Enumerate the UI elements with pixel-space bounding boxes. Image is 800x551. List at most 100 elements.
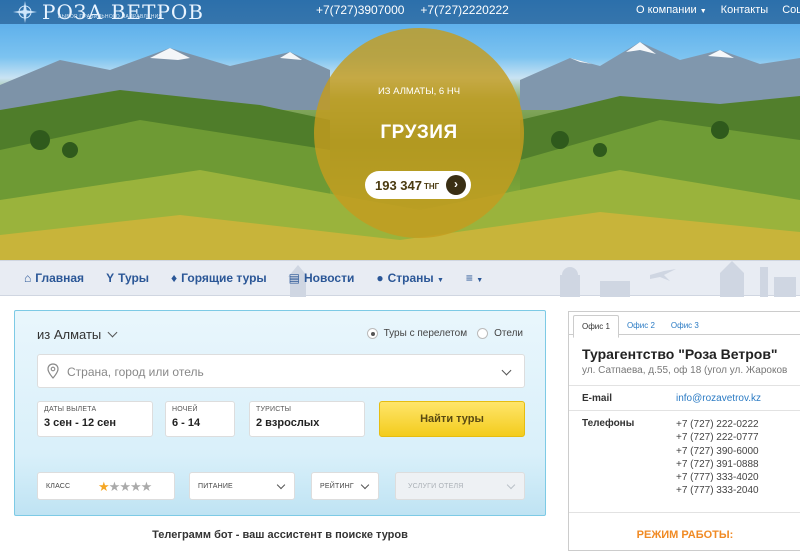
nights-value: 6 - 14: [172, 417, 201, 429]
nav-contacts[interactable]: Контакты: [721, 4, 769, 16]
header-phone-2[interactable]: +7(727)2220222: [420, 3, 508, 17]
tourists-label: ТУРИСТЫ: [256, 406, 292, 413]
office-tabs: Офис 1 Офис 2 Офис 3: [573, 315, 707, 338]
rating-filter[interactable]: РЕЙТИНГ: [311, 472, 379, 500]
radio-selected-icon: [366, 328, 378, 339]
star-rating[interactable]: ★★★★★: [98, 479, 153, 494]
tours-icon: Y: [106, 271, 115, 285]
office-contacts-panel: Офис 1 Офис 2 Офис 3 Турагентство "Роза …: [568, 311, 800, 551]
working-hours-heading: РЕЖИМ РАБОТЫ:: [636, 529, 734, 541]
office-phone[interactable]: +7 (777) 333-2040: [676, 484, 759, 497]
office-phone[interactable]: +7 (727) 222-0222: [676, 418, 759, 431]
agency-address: ул. Сатпаева, д.55, оф 18 (угол ул. Жаро…: [582, 365, 788, 376]
globe-icon: ●: [376, 271, 384, 285]
main-menu-bar: ⌂ Главная Y Туры ♦ Горящие туры ▤ Новости ● С…: [0, 260, 800, 297]
tab-office-2[interactable]: Офис 2: [619, 315, 663, 338]
logo-subtitle: ВЫБОР ПРАВИЛЬНОГО НАПРАВЛЕНИЯ: [58, 14, 163, 20]
header-phone-1[interactable]: +7(727)3907000: [316, 3, 404, 17]
tour-search-form: из Алматы Туры с перелетом Отели Страна,…: [14, 310, 546, 516]
tab-office-3[interactable]: Офис 3: [663, 315, 707, 338]
office-phone[interactable]: +7 (727) 390-6000: [676, 445, 759, 458]
hotel-class-label: КЛАСС: [46, 483, 71, 490]
nav-about-label: О компании: [636, 4, 697, 16]
divider: [569, 410, 800, 411]
radio-unselected-icon: [477, 328, 489, 339]
email-label: E-mail: [582, 393, 613, 404]
tour-price-button[interactable]: 193 347 ТНГ ›: [365, 171, 471, 199]
rating-label: РЕЙТИНГ: [320, 483, 354, 490]
departure-dates-field[interactable]: ДАТЫ ВЫЛЕТА 3 сен - 12 сен: [37, 401, 153, 437]
meal-filter[interactable]: ПИТАНИЕ: [189, 472, 295, 500]
departure-dates-label: ДАТЫ ВЫЛЕТА: [44, 406, 97, 413]
chevron-down-icon: [506, 480, 516, 490]
tour-currency: ТНГ: [424, 181, 440, 191]
home-icon: ⌂: [24, 271, 32, 285]
nav-social[interactable]: Соц: [782, 4, 800, 16]
chevron-down-icon: [276, 480, 286, 490]
star-icon[interactable]: ★: [119, 479, 131, 494]
chevron-down-icon: [107, 327, 118, 338]
menu-item-hot-tours[interactable]: ♦ Горящие туры: [171, 271, 267, 285]
tourists-value: 2 взрослых: [256, 417, 320, 429]
radio-hotels[interactable]: Отели: [477, 328, 523, 339]
email-link[interactable]: info@rozavetrov.kz: [676, 393, 761, 404]
header-phones: +7(727)3907000 +7(727)2220222: [316, 3, 509, 17]
menu-item-tours-label: Туры: [118, 271, 150, 285]
agency-name: Турагентство "Роза Ветров": [582, 346, 778, 362]
featured-tour-badge[interactable]: ИЗ АЛМАТЫ, 6 НЧ ГРУЗИЯ 193 347 ТНГ ›: [314, 28, 524, 238]
radio-tours-with-flight-label: Туры с перелетом: [383, 328, 468, 339]
tour-country: ГРУЗИЯ: [380, 122, 458, 143]
menu-item-news-label: Новости: [304, 271, 355, 285]
news-icon: ▤: [288, 271, 301, 285]
caret-down-icon: ▼: [476, 277, 484, 284]
menu-item-tours[interactable]: Y Туры: [106, 271, 149, 285]
hotel-class-filter[interactable]: КЛАСС ★★★★★: [37, 472, 175, 500]
tour-departure: ИЗ АЛМАТЫ, 6 НЧ: [377, 86, 461, 97]
star-icon[interactable]: ★: [130, 479, 142, 494]
menu-item-home-label: Главная: [35, 271, 85, 285]
office-phone[interactable]: +7 (727) 222-0777: [676, 431, 759, 444]
menu-item-countries-label: Страны: [387, 271, 434, 285]
star-icon[interactable]: ★: [98, 479, 110, 494]
departure-city-select[interactable]: из Алматы: [37, 327, 118, 342]
chevron-right-icon[interactable]: ›: [446, 175, 466, 195]
chevron-down-icon: [501, 365, 512, 376]
search-type-radios: Туры с перелетом Отели: [366, 328, 523, 339]
star-icon[interactable]: ★: [141, 479, 153, 494]
caret-down-icon: ▼: [436, 277, 444, 284]
fire-icon: ♦: [171, 271, 178, 285]
menu-icon: ≡: [465, 271, 473, 285]
departure-dates-value: 3 сен - 12 сен: [44, 417, 116, 429]
hotel-services-filter[interactable]: УСЛУГИ ОТЕЛЯ: [395, 472, 525, 500]
office-phone[interactable]: +7 (727) 391-0888: [676, 458, 759, 471]
destination-input[interactable]: Страна, город или отель: [37, 354, 525, 388]
tab-office-1[interactable]: Офис 1: [573, 315, 619, 338]
nav-about[interactable]: О компании ▼: [636, 4, 707, 16]
office-phone[interactable]: +7 (777) 333-4020: [676, 471, 759, 484]
hero-banner: РОЗА ВЕТРОВ ВЫБОР ПРАВИЛЬНОГО НАПРАВЛЕНИ…: [0, 0, 800, 260]
star-icon[interactable]: ★: [109, 479, 121, 494]
radio-tours-with-flight[interactable]: Туры с перелетом: [366, 328, 468, 339]
location-pin-icon: [47, 363, 59, 379]
top-nav: О компании ▼ Контакты Соц: [636, 4, 800, 16]
logo[interactable]: РОЗА ВЕТРОВ ВЫБОР ПРАВИЛЬНОГО НАПРАВЛЕНИ…: [8, 0, 204, 24]
nights-field[interactable]: НОЧЕЙ 6 - 14: [165, 401, 235, 437]
menu-item-news[interactable]: ▤ Новости: [289, 271, 355, 285]
menu-item-countries[interactable]: ● Страны ▼: [376, 271, 444, 285]
menu-item-home[interactable]: ⌂ Главная: [24, 271, 84, 285]
destination-placeholder: Страна, город или отель: [67, 365, 204, 379]
radio-hotels-label: Отели: [494, 328, 523, 339]
chevron-down-icon: [360, 480, 370, 490]
telegram-bot-text: Телеграмм бот - ваш ассистент в поиске т…: [152, 529, 408, 541]
menu-item-hot-tours-label: Горящие туры: [181, 271, 267, 285]
phones-label: Телефоны: [582, 418, 635, 429]
hotel-services-label: УСЛУГИ ОТЕЛЯ: [408, 483, 464, 490]
meal-label: ПИТАНИЕ: [198, 483, 233, 490]
menu-item-more[interactable]: ≡ ▼: [466, 271, 483, 285]
departure-city-value: из Алматы: [37, 327, 102, 342]
find-tours-button[interactable]: Найти туры: [379, 401, 525, 437]
divider: [569, 385, 800, 386]
tourists-field[interactable]: ТУРИСТЫ 2 взрослых: [249, 401, 365, 437]
tour-price: 193 347: [375, 177, 422, 193]
nights-label: НОЧЕЙ: [172, 406, 198, 413]
